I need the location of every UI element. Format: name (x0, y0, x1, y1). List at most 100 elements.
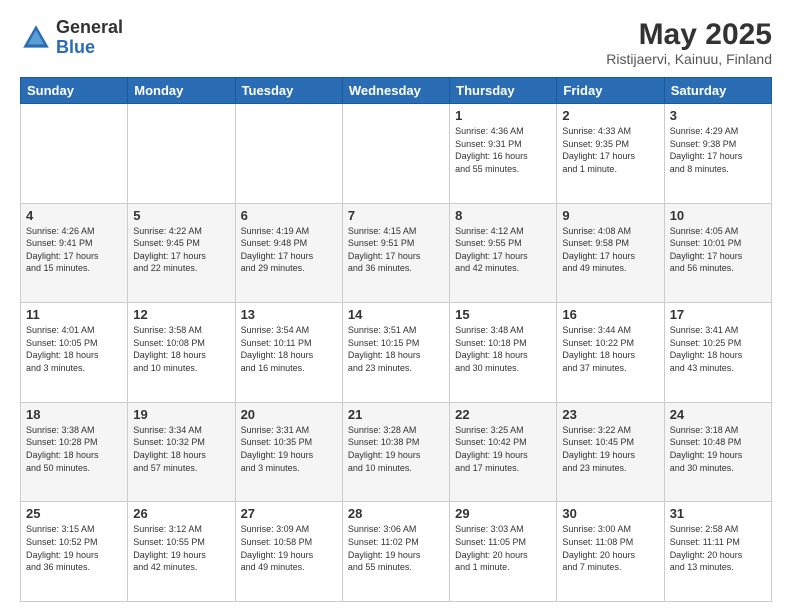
day-info: Sunrise: 3:28 AM Sunset: 10:38 PM Daylig… (348, 424, 444, 474)
title-block: May 2025 Ristijaervi, Kainuu, Finland (606, 18, 772, 67)
day-info: Sunrise: 3:00 AM Sunset: 11:08 PM Daylig… (562, 523, 658, 573)
day-cell: 1Sunrise: 4:36 AM Sunset: 9:31 PM Daylig… (450, 104, 557, 204)
day-info: Sunrise: 3:48 AM Sunset: 10:18 PM Daylig… (455, 324, 551, 374)
day-number: 7 (348, 208, 444, 223)
day-cell (21, 104, 128, 204)
day-number: 2 (562, 108, 658, 123)
day-number: 28 (348, 506, 444, 521)
day-number: 23 (562, 407, 658, 422)
day-number: 5 (133, 208, 229, 223)
week-row-1: 1Sunrise: 4:36 AM Sunset: 9:31 PM Daylig… (21, 104, 772, 204)
location: Ristijaervi, Kainuu, Finland (606, 51, 772, 67)
day-info: Sunrise: 3:31 AM Sunset: 10:35 PM Daylig… (241, 424, 337, 474)
day-number: 4 (26, 208, 122, 223)
day-info: Sunrise: 4:08 AM Sunset: 9:58 PM Dayligh… (562, 225, 658, 275)
day-cell: 26 Sunrise: 3:12 AM Sunset: 10:55 PM Dayl… (128, 502, 235, 602)
header: General Blue May 2025 Ristijaervi, Kainu… (20, 18, 772, 67)
day-cell: 10 Sunrise: 4:05 AM Sunset: 10:01 PM Dayl… (664, 203, 771, 303)
logo-icon (20, 22, 52, 54)
day-number: 14 (348, 307, 444, 322)
day-number: 15 (455, 307, 551, 322)
calendar-header-row: SundayMondayTuesdayWednesdayThursdayFrid… (21, 78, 772, 104)
day-cell: 18Sunrise: 3:38 AM Sunset: 10:28 PM Dayl… (21, 402, 128, 502)
day-number: 25 (26, 506, 122, 521)
day-info: Sunrise: 3:22 AM Sunset: 10:45 PM Daylig… (562, 424, 658, 474)
day-cell: 25Sunrise: 3:15 AM Sunset: 10:52 PM Dayl… (21, 502, 128, 602)
day-cell: 5 Sunrise: 4:22 AM Sunset: 9:45 PM Daylig… (128, 203, 235, 303)
day-info: Sunrise: 4:36 AM Sunset: 9:31 PM Dayligh… (455, 125, 551, 175)
day-info: Sunrise: 4:19 AM Sunset: 9:48 PM Dayligh… (241, 225, 337, 275)
day-cell: 24Sunrise: 3:18 AM Sunset: 10:48 PM Dayl… (664, 402, 771, 502)
day-cell: 11Sunrise: 4:01 AM Sunset: 10:05 PM Dayl… (21, 303, 128, 403)
col-header-monday: Monday (128, 78, 235, 104)
day-number: 9 (562, 208, 658, 223)
day-number: 18 (26, 407, 122, 422)
week-row-4: 18Sunrise: 3:38 AM Sunset: 10:28 PM Dayl… (21, 402, 772, 502)
day-cell: 2 Sunrise: 4:33 AM Sunset: 9:35 PM Daylig… (557, 104, 664, 204)
day-number: 21 (348, 407, 444, 422)
day-cell: 22 Sunrise: 3:25 AM Sunset: 10:42 PM Dayl… (450, 402, 557, 502)
day-number: 16 (562, 307, 658, 322)
day-number: 20 (241, 407, 337, 422)
day-cell: 17 Sunrise: 3:41 AM Sunset: 10:25 PM Dayl… (664, 303, 771, 403)
logo: General Blue (20, 18, 123, 58)
day-cell: 23 Sunrise: 3:22 AM Sunset: 10:45 PM Dayl… (557, 402, 664, 502)
month-title: May 2025 (606, 18, 772, 51)
day-info: Sunrise: 3:18 AM Sunset: 10:48 PM Daylig… (670, 424, 766, 474)
day-cell: 3 Sunrise: 4:29 AM Sunset: 9:38 PM Daylig… (664, 104, 771, 204)
day-info: Sunrise: 4:22 AM Sunset: 9:45 PM Dayligh… (133, 225, 229, 275)
day-number: 8 (455, 208, 551, 223)
day-cell: 30 Sunrise: 3:00 AM Sunset: 11:08 PM Dayl… (557, 502, 664, 602)
week-row-2: 4Sunrise: 4:26 AM Sunset: 9:41 PM Daylig… (21, 203, 772, 303)
day-info: Sunrise: 3:51 AM Sunset: 10:15 PM Daylig… (348, 324, 444, 374)
day-info: Sunrise: 3:41 AM Sunset: 10:25 PM Daylig… (670, 324, 766, 374)
day-number: 13 (241, 307, 337, 322)
logo-general: General (56, 17, 123, 37)
day-number: 12 (133, 307, 229, 322)
day-number: 17 (670, 307, 766, 322)
page: General Blue May 2025 Ristijaervi, Kainu… (0, 0, 792, 612)
week-row-3: 11Sunrise: 4:01 AM Sunset: 10:05 PM Dayl… (21, 303, 772, 403)
day-cell: 28 Sunrise: 3:06 AM Sunset: 11:02 PM Dayl… (342, 502, 449, 602)
day-info: Sunrise: 4:05 AM Sunset: 10:01 PM Daylig… (670, 225, 766, 275)
day-cell: 8Sunrise: 4:12 AM Sunset: 9:55 PM Daylig… (450, 203, 557, 303)
day-info: Sunrise: 3:34 AM Sunset: 10:32 PM Daylig… (133, 424, 229, 474)
day-info: Sunrise: 4:29 AM Sunset: 9:38 PM Dayligh… (670, 125, 766, 175)
day-info: Sunrise: 3:03 AM Sunset: 11:05 PM Daylig… (455, 523, 551, 573)
day-info: Sunrise: 2:58 AM Sunset: 11:11 PM Daylig… (670, 523, 766, 573)
day-cell: 7 Sunrise: 4:15 AM Sunset: 9:51 PM Daylig… (342, 203, 449, 303)
day-number: 26 (133, 506, 229, 521)
day-info: Sunrise: 3:54 AM Sunset: 10:11 PM Daylig… (241, 324, 337, 374)
col-header-wednesday: Wednesday (342, 78, 449, 104)
day-info: Sunrise: 3:44 AM Sunset: 10:22 PM Daylig… (562, 324, 658, 374)
day-info: Sunrise: 4:15 AM Sunset: 9:51 PM Dayligh… (348, 225, 444, 275)
day-number: 27 (241, 506, 337, 521)
col-header-sunday: Sunday (21, 78, 128, 104)
day-number: 22 (455, 407, 551, 422)
day-number: 6 (241, 208, 337, 223)
day-info: Sunrise: 3:12 AM Sunset: 10:55 PM Daylig… (133, 523, 229, 573)
day-cell: 4Sunrise: 4:26 AM Sunset: 9:41 PM Daylig… (21, 203, 128, 303)
day-number: 10 (670, 208, 766, 223)
day-info: Sunrise: 3:25 AM Sunset: 10:42 PM Daylig… (455, 424, 551, 474)
day-cell: 19Sunrise: 3:34 AM Sunset: 10:32 PM Dayl… (128, 402, 235, 502)
col-header-saturday: Saturday (664, 78, 771, 104)
day-cell (235, 104, 342, 204)
day-number: 11 (26, 307, 122, 322)
day-number: 29 (455, 506, 551, 521)
logo-blue: Blue (56, 37, 95, 57)
day-cell: 12 Sunrise: 3:58 AM Sunset: 10:08 PM Dayl… (128, 303, 235, 403)
day-number: 3 (670, 108, 766, 123)
day-number: 30 (562, 506, 658, 521)
day-info: Sunrise: 3:06 AM Sunset: 11:02 PM Daylig… (348, 523, 444, 573)
day-cell: 6 Sunrise: 4:19 AM Sunset: 9:48 PM Daylig… (235, 203, 342, 303)
day-info: Sunrise: 3:58 AM Sunset: 10:08 PM Daylig… (133, 324, 229, 374)
day-cell: 9 Sunrise: 4:08 AM Sunset: 9:58 PM Daylig… (557, 203, 664, 303)
day-cell: 21 Sunrise: 3:28 AM Sunset: 10:38 PM Dayl… (342, 402, 449, 502)
day-cell: 15 Sunrise: 3:48 AM Sunset: 10:18 PM Dayl… (450, 303, 557, 403)
logo-text: General Blue (56, 18, 123, 58)
day-number: 31 (670, 506, 766, 521)
day-info: Sunrise: 4:33 AM Sunset: 9:35 PM Dayligh… (562, 125, 658, 175)
day-cell: 29 Sunrise: 3:03 AM Sunset: 11:05 PM Dayl… (450, 502, 557, 602)
calendar-table: SundayMondayTuesdayWednesdayThursdayFrid… (20, 77, 772, 602)
